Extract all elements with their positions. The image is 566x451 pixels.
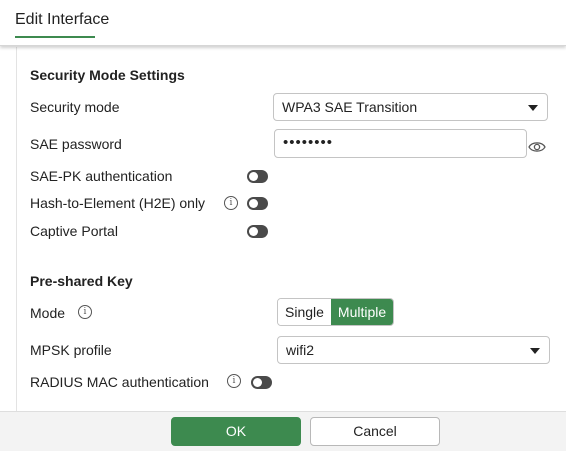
- toggle-knob: [253, 378, 262, 387]
- section-title-security: Security Mode Settings: [30, 67, 185, 83]
- sae-pk-toggle[interactable]: [247, 170, 268, 183]
- dialog-footer: OK Cancel: [0, 411, 566, 451]
- info-icon[interactable]: i: [224, 196, 238, 210]
- dialog-content[interactable]: Security Mode Settings Security mode WPA…: [0, 47, 566, 411]
- toggle-knob: [249, 172, 258, 181]
- content-divider: [16, 47, 17, 411]
- sae-password-value: ••••••••: [283, 134, 334, 151]
- info-icon[interactable]: i: [78, 305, 92, 319]
- ok-button[interactable]: OK: [171, 417, 301, 446]
- sae-password-label: SAE password: [30, 136, 122, 152]
- sae-pk-label: SAE-PK authentication: [30, 168, 173, 184]
- psk-mode-single-button[interactable]: Single: [278, 299, 331, 325]
- cancel-button[interactable]: Cancel: [310, 417, 440, 446]
- captive-portal-toggle[interactable]: [247, 225, 268, 238]
- toggle-knob: [249, 227, 258, 236]
- captive-portal-label: Captive Portal: [30, 223, 118, 239]
- mpsk-profile-value: wifi2: [286, 342, 315, 358]
- security-mode-select[interactable]: WPA3 SAE Transition: [273, 93, 548, 121]
- section-title-psk: Pre-shared Key: [30, 273, 133, 289]
- dialog-title: Edit Interface: [15, 11, 110, 28]
- h2e-toggle[interactable]: [247, 197, 268, 210]
- h2e-label: Hash-to-Element (H2E) only: [30, 195, 206, 211]
- mpsk-profile-label: MPSK profile: [30, 342, 112, 358]
- security-mode-label: Security mode: [30, 99, 120, 115]
- title-underline: [15, 36, 95, 38]
- psk-mode-segmented-control: Single Multiple: [277, 298, 395, 326]
- psk-mode-multiple-button[interactable]: Multiple: [330, 299, 394, 325]
- dialog-header: Edit Interface: [0, 0, 566, 46]
- eye-icon[interactable]: [528, 140, 546, 154]
- mpsk-profile-select[interactable]: wifi2: [277, 336, 550, 364]
- info-icon[interactable]: i: [227, 374, 241, 388]
- radius-mac-label: RADIUS MAC authentication: [30, 374, 209, 390]
- radius-mac-toggle[interactable]: [251, 376, 272, 389]
- toggle-knob: [249, 199, 258, 208]
- security-mode-value: WPA3 SAE Transition: [282, 99, 418, 115]
- sae-password-field[interactable]: ••••••••: [274, 129, 527, 158]
- chevron-down-icon: [528, 105, 538, 111]
- chevron-down-icon: [530, 348, 540, 354]
- psk-mode-label: Mode: [30, 305, 66, 321]
